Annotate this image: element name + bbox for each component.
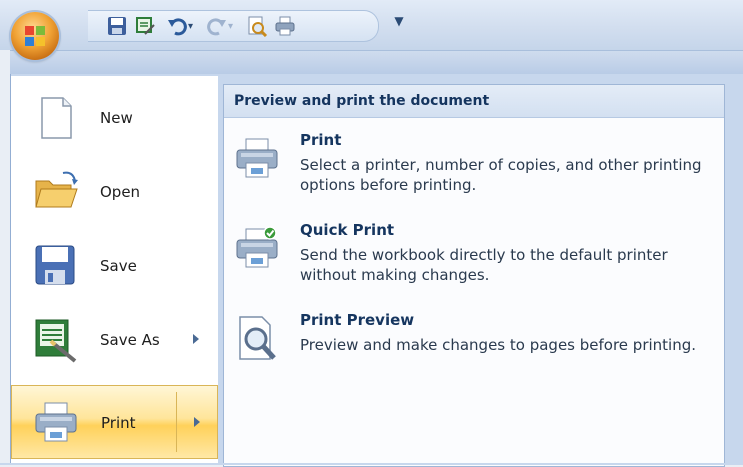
- save-icon: [33, 243, 79, 289]
- printer-icon: [33, 399, 79, 445]
- quick-print-icon: [234, 225, 280, 271]
- menu-item-label: Save: [100, 257, 137, 275]
- qat-redo-button[interactable]: [206, 15, 228, 37]
- print-preview-icon: [234, 315, 280, 361]
- option-quick-print[interactable]: Quick Print Send the workbook directly t…: [224, 217, 724, 303]
- qat-print-preview-save-button[interactable]: [134, 15, 156, 37]
- customize-qat-button[interactable]: ▼: [392, 14, 406, 36]
- split-divider: [176, 392, 177, 452]
- office-button[interactable]: [11, 12, 59, 60]
- menu-item-label: Open: [100, 183, 141, 201]
- menu-item-save[interactable]: Save: [11, 229, 218, 303]
- menu-item-print[interactable]: Print: [11, 385, 218, 459]
- quick-access-toolbar: ▾ ▾: [88, 10, 379, 42]
- option-description: Select a printer, number of copies, and …: [300, 156, 702, 194]
- option-title: Print Preview: [300, 311, 415, 329]
- option-title: Print: [300, 131, 342, 149]
- option-print-preview[interactable]: Print Preview Preview and make changes t…: [224, 307, 724, 393]
- new-document-icon: [33, 95, 79, 141]
- submenu-header-text: Preview and print the document: [234, 93, 490, 109]
- qat-print-preview-button[interactable]: [246, 15, 268, 37]
- submenu-arrow-icon: [193, 334, 199, 344]
- qat-save-button[interactable]: [106, 15, 128, 37]
- open-folder-icon: [33, 169, 79, 215]
- menu-item-label: Save As: [100, 331, 160, 349]
- submenu-arrow-icon[interactable]: [194, 417, 200, 427]
- printer-icon: [234, 135, 280, 181]
- menu-item-open[interactable]: Open: [11, 155, 218, 229]
- quick-print-icon: [275, 16, 295, 36]
- undo-icon: [168, 18, 187, 36]
- office-menu: New Open Save Save As Print Preview and …: [10, 74, 743, 467]
- undo-dropdown-icon[interactable]: ▾: [188, 21, 198, 43]
- redo-icon: [207, 18, 226, 36]
- print-preview-icon: [248, 16, 268, 37]
- submenu-header: Preview and print the document: [224, 85, 724, 118]
- option-print[interactable]: Print Select a printer, number of copies…: [224, 127, 724, 213]
- option-description: Preview and make changes to pages before…: [300, 336, 697, 354]
- office-logo-icon: [25, 26, 45, 46]
- option-description: Send the workbook directly to the defaul…: [300, 246, 668, 284]
- menu-item-label: Print: [101, 414, 136, 432]
- qat-undo-button[interactable]: [166, 15, 188, 37]
- menu-item-new[interactable]: New: [11, 81, 218, 155]
- menu-item-save-as[interactable]: Save As: [11, 303, 218, 377]
- save-icon: [108, 17, 126, 35]
- save-as-icon: [33, 317, 79, 363]
- office-menu-commands: New Open Save Save As Print: [11, 76, 218, 465]
- option-title: Quick Print: [300, 221, 395, 239]
- redo-dropdown-icon[interactable]: ▾: [228, 21, 238, 43]
- qat-quick-print-button[interactable]: [274, 15, 296, 37]
- print-submenu: Preview and print the document Print Sel…: [223, 84, 725, 467]
- print-preview-save-icon: [136, 17, 155, 35]
- menu-item-label: New: [100, 109, 133, 127]
- ribbon-edge: [10, 50, 743, 75]
